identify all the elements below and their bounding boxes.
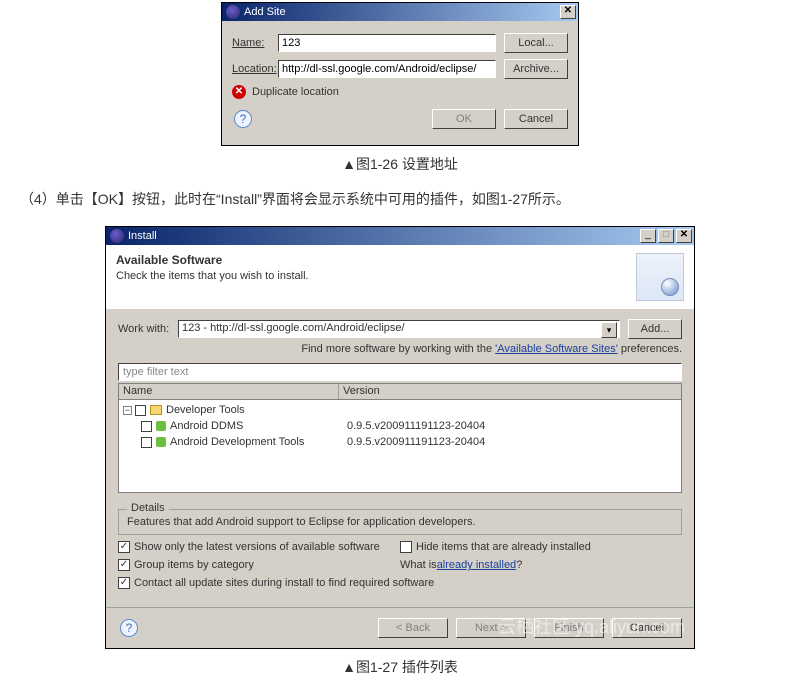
error-icon: ✕ (232, 85, 246, 99)
checkbox-hide[interactable] (400, 541, 412, 553)
collapse-icon[interactable]: − (123, 406, 132, 415)
error-text: Duplicate location (252, 86, 339, 98)
ok-button[interactable]: OK (432, 109, 496, 129)
minimize-icon[interactable]: _ (640, 229, 656, 243)
name-input[interactable] (278, 34, 496, 52)
add-site-dialog: Add Site ✕ Name: Local... Location: Arch… (221, 2, 579, 146)
titlebar: Add Site ✕ (222, 3, 578, 21)
software-tree: Name Version − Developer Tools (118, 383, 682, 493)
tree-item-row[interactable]: Android DDMS 0.9.5.v200911191123-20404 (119, 418, 681, 434)
close-icon[interactable]: ✕ (560, 5, 576, 19)
cancel-button[interactable]: Cancel (612, 618, 682, 638)
checkbox-group[interactable]: ✓ (118, 559, 130, 571)
plugin-icon (156, 421, 166, 431)
checkbox[interactable] (141, 421, 152, 432)
folder-icon (150, 405, 162, 415)
plugin-icon (156, 437, 166, 447)
tree-item-row[interactable]: Android Development Tools 0.9.5.v2009111… (119, 434, 681, 450)
already-installed-link[interactable]: already installed (437, 559, 517, 571)
wizard-icon (636, 253, 684, 301)
label-latest: Show only the latest versions of availab… (134, 541, 380, 553)
available-sites-link[interactable]: 'Available Software Sites' (495, 343, 618, 355)
banner-subtitle: Check the items that you wish to install… (116, 270, 636, 282)
error-row: ✕ Duplicate location (232, 85, 568, 99)
item-name: Android DDMS (170, 420, 243, 432)
whatis-text: What is (400, 559, 437, 571)
column-name: Name (119, 384, 339, 399)
figure-caption-1: ▲图1-26 设置地址 (0, 154, 800, 174)
workwith-label: Work with: (118, 323, 178, 335)
finish-button[interactable]: Finish (534, 618, 604, 638)
filter-input[interactable] (118, 363, 682, 381)
add-button[interactable]: Add... (628, 319, 682, 339)
maximize-icon[interactable]: □ (658, 229, 674, 243)
archive-button[interactable]: Archive... (504, 59, 568, 79)
item-version: 0.9.5.v200911191123-20404 (343, 420, 681, 432)
cancel-button[interactable]: Cancel (504, 109, 568, 129)
column-version: Version (339, 384, 681, 399)
hint-suffix: preferences. (618, 343, 682, 355)
item-name: Android Development Tools (170, 436, 304, 448)
body-paragraph: （4）单击【OK】按钮，此时在“Install”界面将会显示系统中可用的插件，如… (20, 188, 780, 210)
close-icon[interactable]: ✕ (676, 229, 692, 243)
location-input[interactable] (278, 60, 496, 78)
window-title: Add Site (244, 6, 558, 18)
banner-title: Available Software (116, 253, 636, 267)
titlebar: Install _ □ ✕ (106, 227, 694, 245)
eclipse-icon (226, 5, 240, 19)
hint-prefix: Find more software by working with the (301, 343, 495, 355)
location-label: Location: (232, 63, 278, 75)
window-title: Install (128, 230, 638, 242)
help-icon[interactable]: ? (234, 110, 252, 128)
details-legend: Details (127, 502, 169, 514)
label-contact: Contact all update sites during install … (134, 577, 434, 589)
tree-header: Name Version (119, 384, 681, 400)
checkbox[interactable] (141, 437, 152, 448)
category-label: Developer Tools (166, 404, 245, 416)
tree-category-row[interactable]: − Developer Tools (119, 402, 681, 418)
back-button[interactable]: < Back (378, 618, 448, 638)
local-button[interactable]: Local... (504, 33, 568, 53)
workwith-select[interactable]: 123 - http://dl-ssl.google.com/Android/e… (178, 320, 620, 338)
checkbox-contact[interactable]: ✓ (118, 577, 130, 589)
item-version: 0.9.5.v200911191123-20404 (343, 436, 681, 448)
hint-row: Find more software by working with the '… (118, 343, 682, 355)
checkbox[interactable] (135, 405, 146, 416)
checkbox-latest[interactable]: ✓ (118, 541, 130, 553)
label-hide: Hide items that are already installed (416, 541, 591, 553)
details-text: Features that add Android support to Ecl… (127, 516, 476, 528)
wizard-footer: ? < Back Next > Finish Cancel (106, 607, 694, 648)
eclipse-icon (110, 229, 124, 243)
name-label: Name: (232, 37, 278, 49)
figure-caption-2: ▲图1-27 插件列表 (0, 657, 800, 677)
workwith-value: 123 - http://dl-ssl.google.com/Android/e… (182, 322, 405, 334)
details-group: Details Features that add Android suppor… (118, 509, 682, 535)
next-button[interactable]: Next > (456, 618, 526, 638)
label-group: Group items by category (134, 559, 254, 571)
help-icon[interactable]: ? (120, 619, 138, 637)
banner: Available Software Check the items that … (106, 245, 694, 309)
